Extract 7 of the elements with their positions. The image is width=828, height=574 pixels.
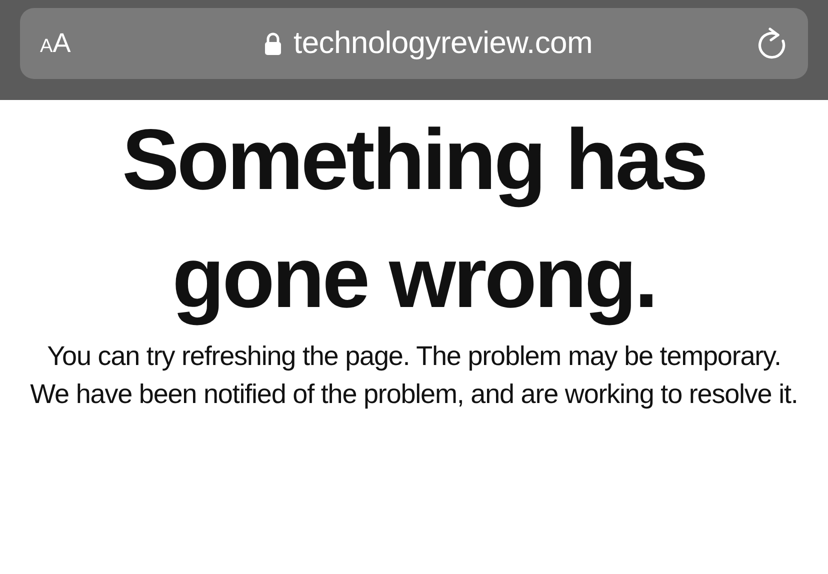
reload-icon[interactable] [756,26,788,60]
error-message: We have been notified of the problem, and are working to resolve it. [30,378,798,411]
address-bar[interactable]: AA technologyreview.com [20,8,808,79]
text-size-button[interactable]: AA [40,23,100,64]
error-heading: Something has gone wrong. [121,111,707,328]
error-message: You can try refreshing the page. The problem may be temporary. [47,340,781,373]
url-text[interactable]: technologyreview.com [294,20,592,67]
